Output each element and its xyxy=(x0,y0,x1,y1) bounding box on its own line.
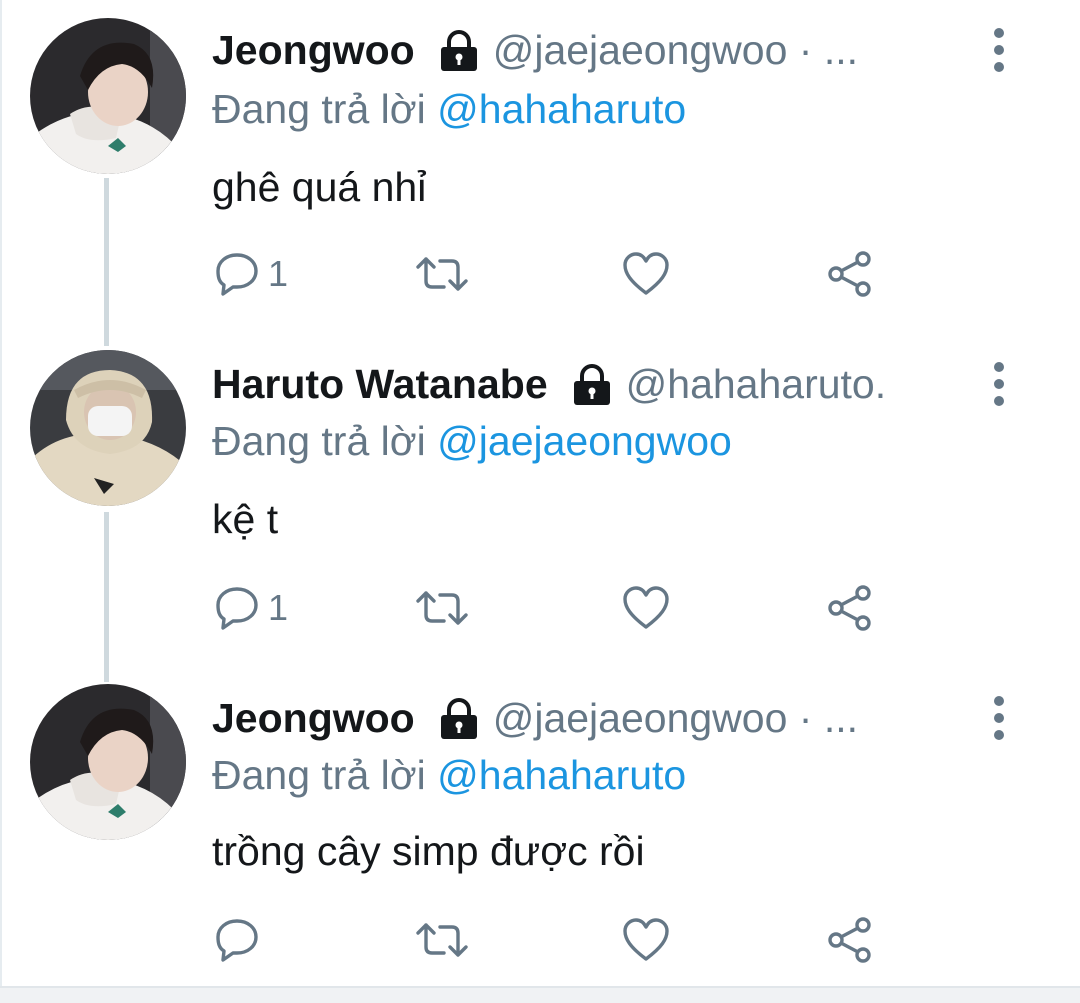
replying-to: Đang trả lời @jaejaeongwoo xyxy=(212,418,732,465)
share-button[interactable] xyxy=(826,244,874,304)
tweet-header: Jeongwoo @jaejaeongwoo · ... xyxy=(212,688,980,748)
retweet-icon xyxy=(416,923,468,957)
tweet[interactable]: Jeongwoo @jaejaeongwoo · ... Đang trả lờ… xyxy=(0,668,1080,986)
like-button[interactable] xyxy=(622,910,670,970)
username[interactable]: @jaejaeongwoo · ... xyxy=(493,695,858,742)
display-name[interactable]: Jeongwoo xyxy=(212,695,415,742)
username[interactable]: @jaejaeongwoo · ... xyxy=(493,27,858,74)
more-vertical-icon[interactable] xyxy=(984,696,1014,740)
heart-icon xyxy=(623,252,669,295)
heart-icon xyxy=(623,918,669,961)
retweet-button[interactable] xyxy=(414,578,470,638)
like-button[interactable] xyxy=(622,244,670,304)
retweet-button[interactable] xyxy=(414,244,470,304)
share-button[interactable] xyxy=(826,578,874,638)
tweet-header: Haruto Watanabe @hahaharuto. xyxy=(212,354,980,414)
more-vertical-icon[interactable] xyxy=(984,28,1014,72)
replying-to: Đang trả lời @hahaharuto xyxy=(212,752,686,799)
reply-icon xyxy=(216,253,258,296)
like-button[interactable] xyxy=(622,578,670,638)
tweet-text: ghê quá nhỉ xyxy=(212,164,427,210)
heart-icon xyxy=(623,586,669,629)
avatar[interactable] xyxy=(30,18,186,174)
reply-button[interactable] xyxy=(214,910,268,970)
share-icon xyxy=(828,917,871,963)
reply-button[interactable]: 1 xyxy=(214,578,288,638)
reply-icon xyxy=(216,587,258,630)
tweet-header: Jeongwoo @jaejaeongwoo · ... xyxy=(212,20,980,80)
share-button[interactable] xyxy=(826,910,874,970)
lock-icon xyxy=(570,362,614,406)
reply-button[interactable]: 1 xyxy=(214,244,288,304)
replying-to-label: Đang trả lời xyxy=(212,418,426,464)
retweet-button[interactable] xyxy=(414,910,470,970)
mention-link[interactable]: @hahaharuto xyxy=(437,86,686,132)
retweet-icon xyxy=(416,257,468,291)
tweet-text: trồng cây simp được rồi xyxy=(212,828,645,874)
username[interactable]: @hahaharuto. xyxy=(626,361,886,408)
display-name[interactable]: Haruto Watanabe xyxy=(212,361,548,408)
tweet-actions: 1 xyxy=(0,578,1080,638)
replying-to: Đang trả lời @hahaharuto xyxy=(212,86,686,133)
retweet-icon xyxy=(416,591,468,625)
tweet-actions xyxy=(0,910,1080,970)
tweet[interactable]: Haruto Watanabe @hahaharuto. Đang trả lờ… xyxy=(0,334,1080,668)
replying-to-label: Đang trả lời xyxy=(212,86,426,132)
mention-link[interactable]: @jaejaeongwoo xyxy=(437,418,732,464)
display-name[interactable]: Jeongwoo xyxy=(212,27,415,74)
tweet-text: kệ t xyxy=(212,496,279,542)
more-vertical-icon[interactable] xyxy=(984,362,1014,406)
bottom-divider xyxy=(0,986,1080,1003)
lock-icon xyxy=(437,696,481,740)
reply-count: 1 xyxy=(268,587,289,628)
reply-icon xyxy=(216,919,258,962)
share-icon xyxy=(828,251,871,297)
lock-icon xyxy=(437,28,481,72)
mention-link[interactable]: @hahaharuto xyxy=(437,752,686,798)
avatar[interactable] xyxy=(30,350,186,506)
share-icon xyxy=(828,585,871,631)
reply-count: 1 xyxy=(268,253,289,294)
tweet-actions: 1 xyxy=(0,244,1080,304)
tweet[interactable]: Jeongwoo @jaejaeongwoo · ... Đang trả lờ… xyxy=(0,0,1080,330)
avatar[interactable] xyxy=(30,684,186,840)
replying-to-label: Đang trả lời xyxy=(212,752,426,798)
